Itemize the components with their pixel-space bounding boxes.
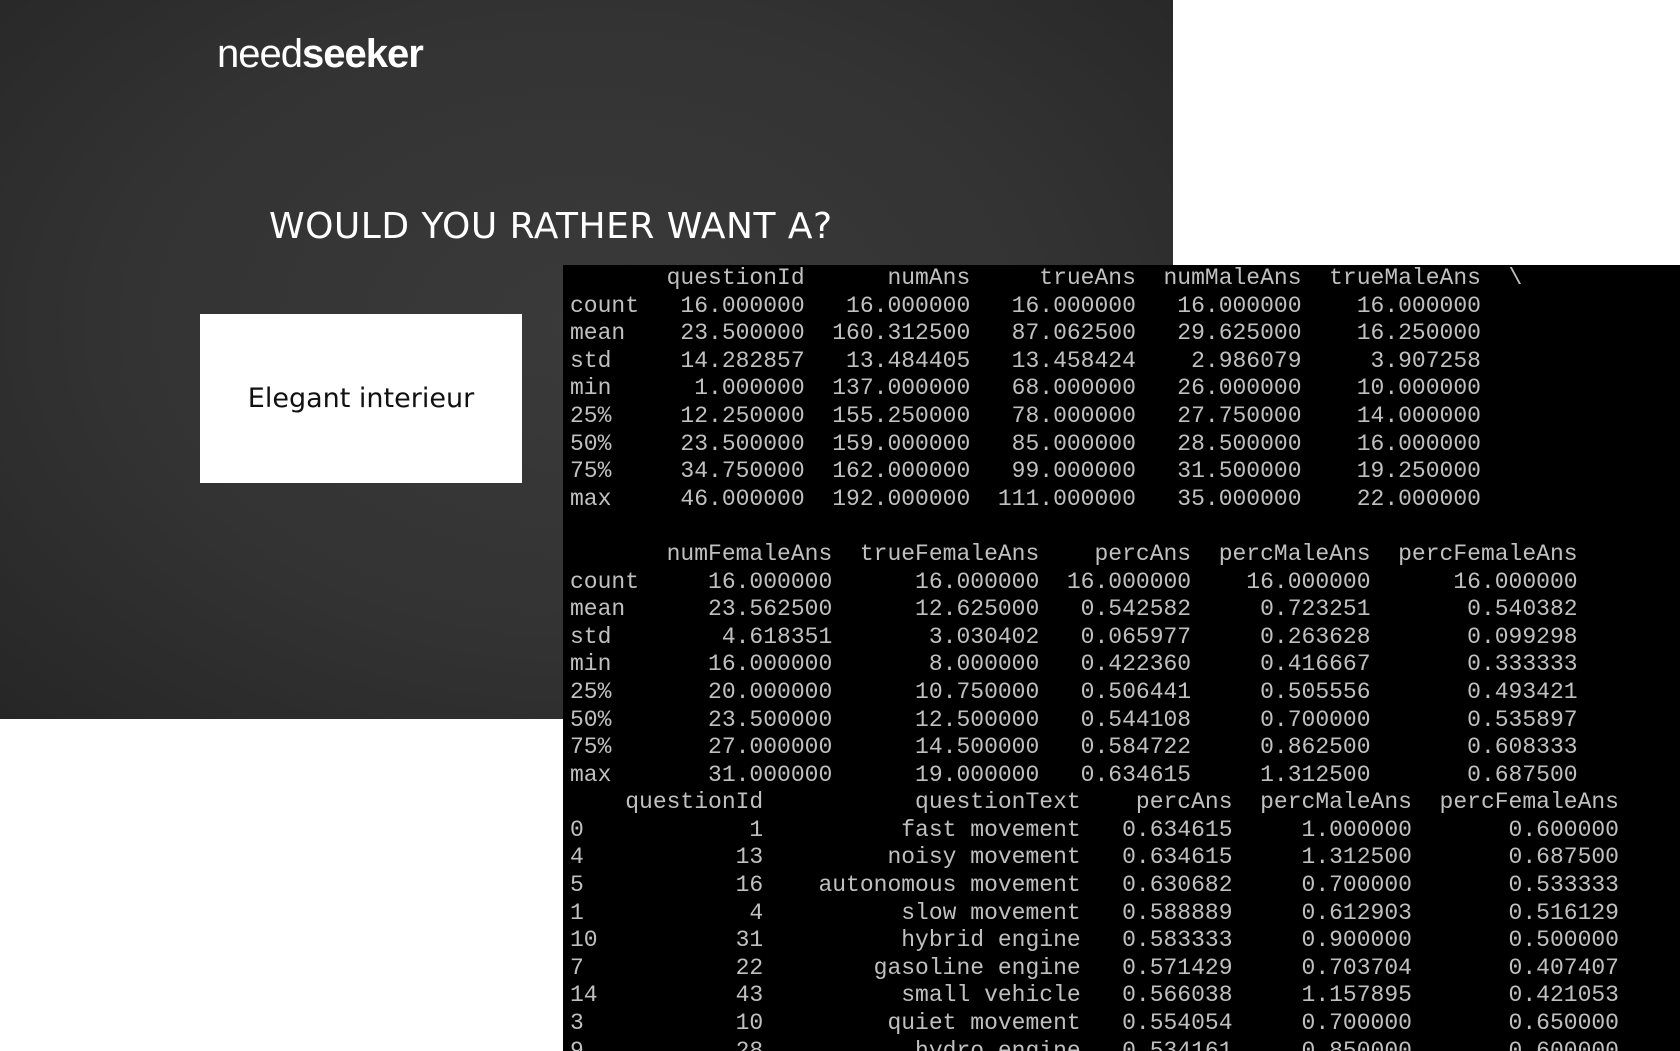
terminal-line: 7 22 gasoline engine 0.571429 0.703704 0… <box>570 954 1619 981</box>
terminal-line <box>563 513 1680 541</box>
answer-option-label: Elegant interieur <box>247 383 475 414</box>
terminal-line: 75% 27.000000 14.500000 0.584722 0.86250… <box>570 734 1578 761</box>
terminal-line: numFemaleAns trueFemaleAns percAns percM… <box>570 540 1578 567</box>
terminal-line: min 16.000000 8.000000 0.422360 0.416667… <box>570 651 1578 678</box>
terminal-line: max 46.000000 192.000000 111.000000 35.0… <box>570 485 1481 512</box>
terminal-line: 5 16 autonomous movement 0.630682 0.7000… <box>570 872 1619 899</box>
terminal-line: count 16.000000 16.000000 16.000000 16.0… <box>570 292 1481 319</box>
terminal-line: 50% 23.500000 12.500000 0.544108 0.70000… <box>570 706 1578 733</box>
terminal-line: 75% 34.750000 162.000000 99.000000 31.50… <box>570 458 1481 485</box>
terminal-output-window: questionId numAns trueAns numMaleAns tru… <box>563 265 1680 1051</box>
terminal-line: 0 1 fast movement 0.634615 1.000000 0.60… <box>570 816 1619 843</box>
terminal-line: questionId numAns trueAns numMaleAns tru… <box>570 265 1523 291</box>
question-title: WOULD YOU RATHER WANT A? <box>269 206 833 247</box>
terminal-line: std 14.282857 13.484405 13.458424 2.9860… <box>570 347 1481 374</box>
terminal-line: min 1.000000 137.000000 68.000000 26.000… <box>570 375 1481 402</box>
terminal-line: 25% 20.000000 10.750000 0.506441 0.50555… <box>570 678 1578 705</box>
terminal-line: 4 13 noisy movement 0.634615 1.312500 0.… <box>570 844 1619 871</box>
terminal-line: 3 10 quiet movement 0.554054 0.700000 0.… <box>570 1010 1619 1037</box>
terminal-line: mean 23.562500 12.625000 0.542582 0.7232… <box>570 596 1578 623</box>
terminal-line: std 4.618351 3.030402 0.065977 0.263628 … <box>570 623 1578 650</box>
terminal-line: 25% 12.250000 155.250000 78.000000 27.75… <box>570 402 1481 429</box>
terminal-line: max 31.000000 19.000000 0.634615 1.31250… <box>570 761 1578 788</box>
terminal-line: count 16.000000 16.000000 16.000000 16.0… <box>570 568 1578 595</box>
terminal-line: 14 43 small vehicle 0.566038 1.157895 0.… <box>570 982 1619 1009</box>
terminal-line: mean 23.500000 160.312500 87.062500 29.6… <box>570 320 1481 347</box>
logo-bold-part: seeker <box>301 32 424 76</box>
terminal-line: 50% 23.500000 159.000000 85.000000 28.50… <box>570 430 1481 457</box>
terminal-line: 10 31 hybrid engine 0.583333 0.900000 0.… <box>570 927 1619 954</box>
answer-option-card[interactable]: Elegant interieur <box>200 314 522 483</box>
logo-light-part: need <box>217 32 303 76</box>
terminal-line: 9 28 hydro engine 0.534161 0.850000 0.60… <box>570 1037 1619 1051</box>
needseeker-logo: needseeker <box>217 30 424 78</box>
terminal-line: 1 4 slow movement 0.588889 0.612903 0.51… <box>570 899 1619 926</box>
terminal-line: questionId questionText percAns percMale… <box>570 789 1619 816</box>
